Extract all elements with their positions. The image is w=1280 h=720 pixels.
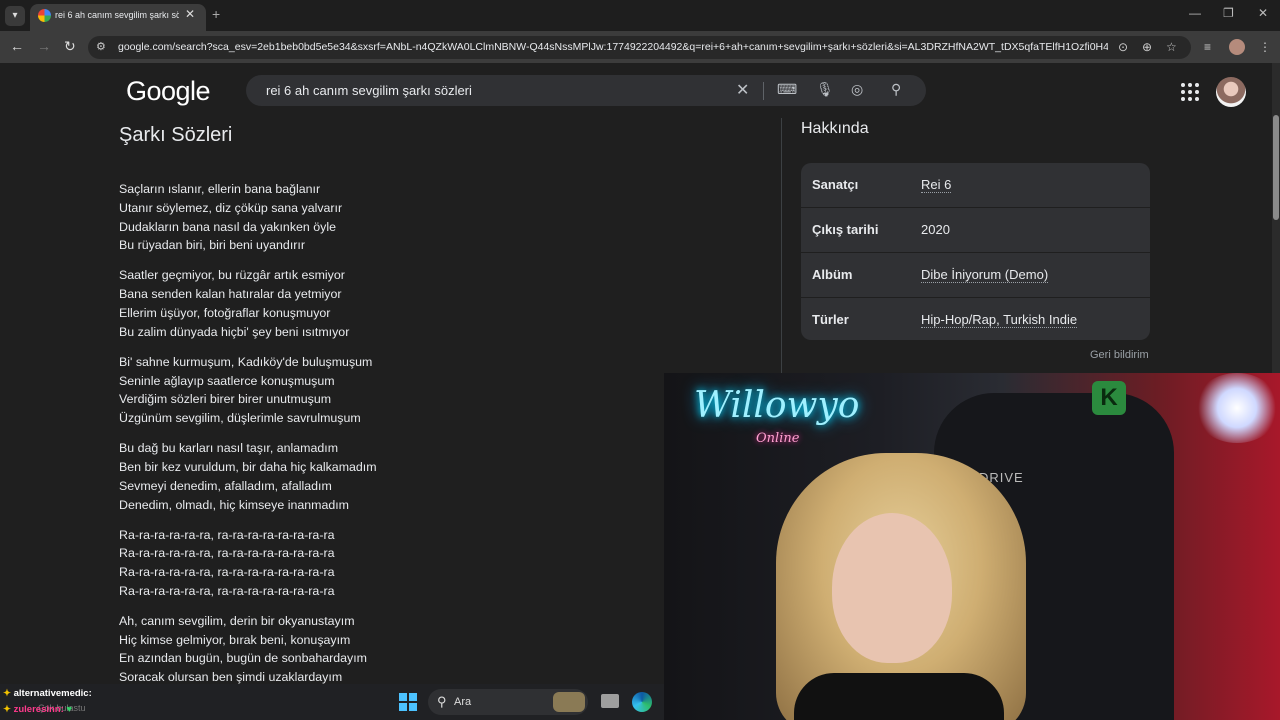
lyric-line: Ra-ra-ra-ra-ra-ra, ra-ra-ra-ra-ra-ra-ra-… bbox=[119, 546, 335, 561]
lyric-line: Bu dağ bu karları nasıl taşır, anlamadım bbox=[119, 441, 339, 456]
lyric-line: Bana senden kalan hatıralar da yetmiyor bbox=[119, 287, 342, 302]
lyrics-stanza: Saçların ıslanır, ellerin bana bağlanır … bbox=[119, 180, 539, 255]
chat-username: zuleresinn bbox=[13, 704, 61, 715]
location-icon[interactable]: ⊙ bbox=[1118, 40, 1128, 54]
chat-message: ✦ zuleresinn: ♥ bbox=[3, 704, 73, 715]
row-separator bbox=[801, 207, 1150, 208]
scrollbar-thumb[interactable] bbox=[1273, 115, 1279, 220]
lyrics-body: Saçların ıslanır, ellerin bana bağlanır … bbox=[119, 180, 539, 698]
genres-links[interactable]: Hip-Hop/Rap, Turkish Indie bbox=[921, 312, 1078, 328]
clear-search-icon[interactable]: ✕ bbox=[736, 80, 749, 100]
search-input[interactable]: rei 6 ah canım sevgilim şarkı sözleri bbox=[266, 83, 472, 98]
feedback-link[interactable]: Geri bildirim bbox=[1090, 349, 1149, 361]
reload-icon[interactable]: ↻ bbox=[64, 38, 76, 55]
edge-browser-icon[interactable] bbox=[632, 692, 652, 712]
lyric-line: Ah, canım sevgilim, derin bir okyanustay… bbox=[119, 613, 355, 628]
lyric-line: Dudakların bana nasıl da yakınken öyle bbox=[119, 219, 336, 234]
lyric-line: Ra-ra-ra-ra-ra-ra, ra-ra-ra-ra-ra-ra-ra-… bbox=[119, 527, 335, 542]
about-label-genres: Türler bbox=[812, 312, 849, 327]
lyrics-stanza: Ra-ra-ra-ra-ra-ra, ra-ra-ra-ra-ra-ra-ra-… bbox=[119, 526, 539, 601]
back-icon[interactable]: ← bbox=[10, 38, 24, 54]
lyric-line: Ellerim üşüyor, fotoğraflar konuşmuyor bbox=[119, 305, 331, 320]
lyric-line: Sevmeyi denedim, afalladım, afalladım bbox=[119, 478, 332, 493]
lyric-line: Utanır söylemez, diz çöküp sana yalvarır bbox=[119, 200, 343, 215]
webcam-overlay: K Willowyo Online DRIVE bbox=[664, 373, 1280, 720]
lyrics-stanza: Bu dağ bu karları nasıl taşır, anlamadım… bbox=[119, 439, 539, 514]
row-separator bbox=[801, 252, 1150, 253]
lyric-line: Verdiğim sözleri birer birer unutmuşum bbox=[119, 392, 332, 407]
about-heading: Hakkında bbox=[801, 120, 869, 137]
google-apps-icon[interactable] bbox=[1181, 83, 1199, 101]
bookmark-star-icon[interactable]: ☆ bbox=[1166, 40, 1177, 54]
lyric-line: Ra-ra-ra-ra-ra-ra, ra-ra-ra-ra-ra-ra-ra-… bbox=[119, 583, 335, 598]
lyric-line: Hiç kimse gelmiyor, bırak beni, konuşayı… bbox=[119, 632, 351, 647]
lyrics-stanza: Bi' sahne kurmuşum, Kadıköy'de buluşmuşu… bbox=[119, 353, 539, 428]
lyric-line: Ben bir kez vuruldum, bir daha hiç kalka… bbox=[119, 459, 377, 474]
file-explorer-icon[interactable] bbox=[601, 694, 619, 708]
browser-profile-avatar[interactable] bbox=[1229, 39, 1245, 55]
taskbar-search-icon: ⚲ bbox=[437, 694, 447, 709]
neon-sign-sub: Online bbox=[756, 431, 800, 446]
chat-separator: : bbox=[88, 688, 92, 699]
google-logo[interactable]: Google bbox=[126, 76, 211, 107]
url-text[interactable]: google.com/search?sca_esv=2eb1beb0bd5e5e… bbox=[118, 41, 1108, 53]
artist-link[interactable]: Rei 6 bbox=[921, 177, 952, 193]
lyric-line: En azından bugün, bugün de sonbahardayım bbox=[119, 651, 368, 666]
about-label-album: Albüm bbox=[812, 267, 853, 282]
lyric-line: Denedim, olmadı, hiç kimseye inanmadım bbox=[119, 497, 350, 512]
lyric-line: Saçların ıslanır, ellerin bana bağlanır bbox=[119, 182, 321, 196]
panel-divider bbox=[781, 118, 782, 378]
lyric-line: Bu rüyadan biri, biri beni uyandırır bbox=[119, 238, 305, 253]
site-info-icon[interactable]: ⚙ bbox=[96, 40, 106, 53]
lyric-line: Bu zalim dünyada hiçbi' şey beni ısıtmıy… bbox=[119, 324, 350, 339]
release-year: 2020 bbox=[921, 222, 950, 237]
forward-icon[interactable]: → bbox=[37, 38, 51, 54]
k-logo: K bbox=[1092, 381, 1126, 415]
heart-emote-icon: ♥ bbox=[66, 704, 73, 715]
chat-separator: : bbox=[60, 704, 64, 715]
neon-sign: Willowyo bbox=[694, 385, 860, 426]
lyric-line: Bi' sahne kurmuşum, Kadıköy'de buluşmuşu… bbox=[119, 354, 373, 369]
lyrics-stanza: Ah, canım sevgilim, derin bir okyanustay… bbox=[119, 612, 539, 687]
taskbar-widget-icon[interactable] bbox=[553, 692, 585, 712]
google-favicon-icon bbox=[38, 9, 51, 22]
close-window-icon[interactable]: ✕ bbox=[1258, 6, 1268, 20]
lens-camera-icon[interactable]: ◎ bbox=[851, 81, 863, 98]
lyric-line: Üzgünüm sevgilim, düşlerimle savrulmuşum bbox=[119, 411, 361, 426]
tab-search-menu-button[interactable]: ▾ bbox=[5, 6, 25, 26]
zoom-icon[interactable]: ⊕ bbox=[1142, 40, 1152, 54]
browser-menu-icon[interactable]: ⋮ bbox=[1259, 40, 1271, 54]
microphone-icon[interactable]: 🎙 bbox=[816, 81, 834, 98]
streamer-shirt bbox=[794, 673, 1004, 720]
lyrics-heading: Şarkı Sözleri bbox=[119, 124, 233, 146]
search-icon[interactable]: ⚲ bbox=[891, 81, 901, 98]
lyrics-stanza: Saatler geçmiyor, bu rüzgâr artık esmiyo… bbox=[119, 266, 539, 341]
chat-message: ✦ alternativemedic: bbox=[3, 688, 92, 699]
lyric-line: Ra-ra-ra-ra-ra-ra, ra-ra-ra-ra-ra-ra-ra-… bbox=[119, 565, 335, 580]
media-controls-icon[interactable]: ≡ bbox=[1204, 40, 1211, 54]
minimize-icon[interactable]: — bbox=[1189, 6, 1201, 20]
tab-title: rei 6 ah canım sevgilim şarkı sö bbox=[55, 10, 179, 20]
restore-icon[interactable]: ❐ bbox=[1223, 6, 1234, 20]
streamer-face bbox=[832, 513, 952, 663]
taskbar-search-label[interactable]: Ara bbox=[454, 696, 471, 708]
album-link[interactable]: Dibe İniyorum (Demo) bbox=[921, 267, 1049, 283]
tab-close-icon[interactable]: ✕ bbox=[185, 7, 195, 21]
row-separator bbox=[801, 297, 1150, 298]
about-label-release: Çıkış tarihi bbox=[812, 222, 879, 237]
keyboard-icon[interactable]: ⌨ bbox=[777, 81, 797, 98]
chat-username: alternativemedic bbox=[13, 688, 89, 699]
about-label-artist: Sanatçı bbox=[812, 177, 859, 192]
lyric-line: Seninle ağlayıp saatlerce konuşmuşum bbox=[119, 373, 335, 388]
lamp-light bbox=[1194, 373, 1280, 443]
new-tab-button[interactable]: + bbox=[212, 6, 220, 22]
search-divider bbox=[763, 82, 764, 100]
lyric-line: Saatler geçmiyor, bu rüzgâr artık esmiyo… bbox=[119, 268, 345, 283]
account-avatar[interactable] bbox=[1216, 77, 1246, 107]
windows-start-icon[interactable] bbox=[399, 693, 417, 711]
